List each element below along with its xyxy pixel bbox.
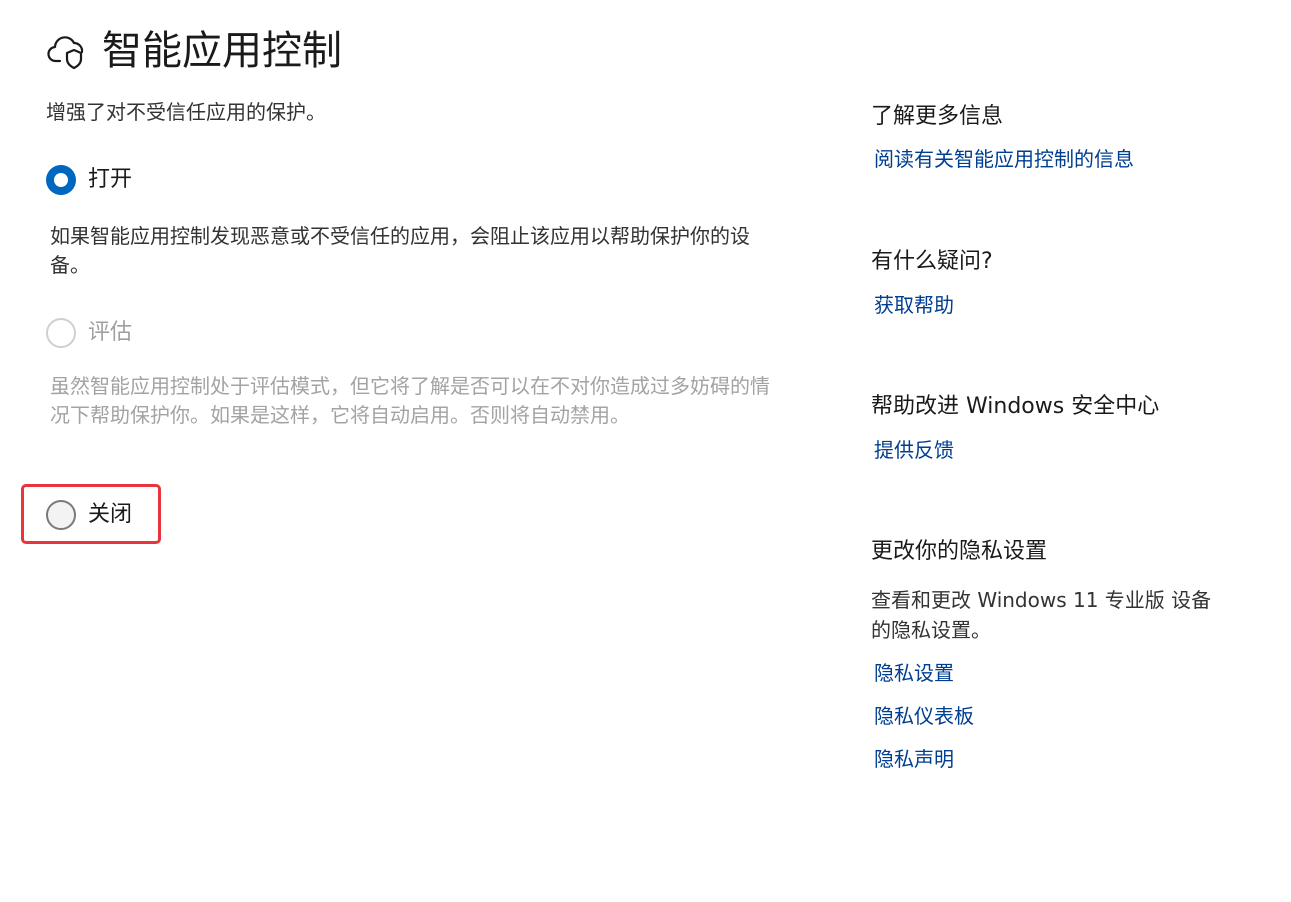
radio-off-label: 关闭 — [88, 502, 133, 527]
radio-option-evaluate: 评估 — [46, 318, 132, 348]
privacy-description: 查看和更改 Windows 11 专业版 设备的隐私设置。 — [871, 588, 1212, 642]
radio-on-label: 打开 — [88, 167, 133, 192]
radio-on[interactable] — [46, 165, 76, 195]
privacy-heading: 更改你的隐私设置 — [871, 539, 1048, 564]
option-on-description: 如果智能应用控制发现恶意或不受信任的应用，会阻止该应用以帮助保护你的设备。 — [50, 224, 750, 277]
privacy-dashboard-link[interactable]: 隐私仪表板 — [874, 702, 974, 730]
get-help-link[interactable]: 获取帮助 — [874, 291, 954, 319]
radio-evaluate-label: 评估 — [88, 320, 133, 345]
page-subtitle: 增强了对不受信任应用的保护。 — [46, 100, 326, 124]
cloud-shield-icon — [46, 30, 88, 72]
privacy-statement-link[interactable]: 隐私声明 — [874, 745, 954, 773]
privacy-settings-link[interactable]: 隐私设置 — [874, 659, 954, 687]
learn-more-heading: 了解更多信息 — [871, 104, 1004, 129]
questions-heading: 有什么疑问? — [871, 249, 993, 274]
improve-heading: 帮助改进 Windows 安全中心 — [871, 394, 1160, 419]
radio-option-off[interactable]: 关闭 — [46, 500, 132, 530]
read-about-smart-app-control-link[interactable]: 阅读有关智能应用控制的信息 — [874, 145, 1134, 173]
option-evaluate-description: 虽然智能应用控制处于评估模式，但它将了解是否可以在不对你造成过多妨碍的情况下帮助… — [50, 374, 770, 427]
page-title: 智能应用控制 — [102, 28, 342, 74]
smart-app-control-page: 智能应用控制 增强了对不受信任应用的保护。 打开 如果智能应用控制发现恶意或不受… — [0, 0, 1291, 902]
page-header: 智能应用控制 — [46, 26, 342, 76]
radio-option-on[interactable]: 打开 — [46, 165, 132, 195]
radio-off[interactable] — [46, 500, 76, 530]
radio-evaluate — [46, 318, 76, 348]
give-feedback-link[interactable]: 提供反馈 — [874, 436, 954, 464]
